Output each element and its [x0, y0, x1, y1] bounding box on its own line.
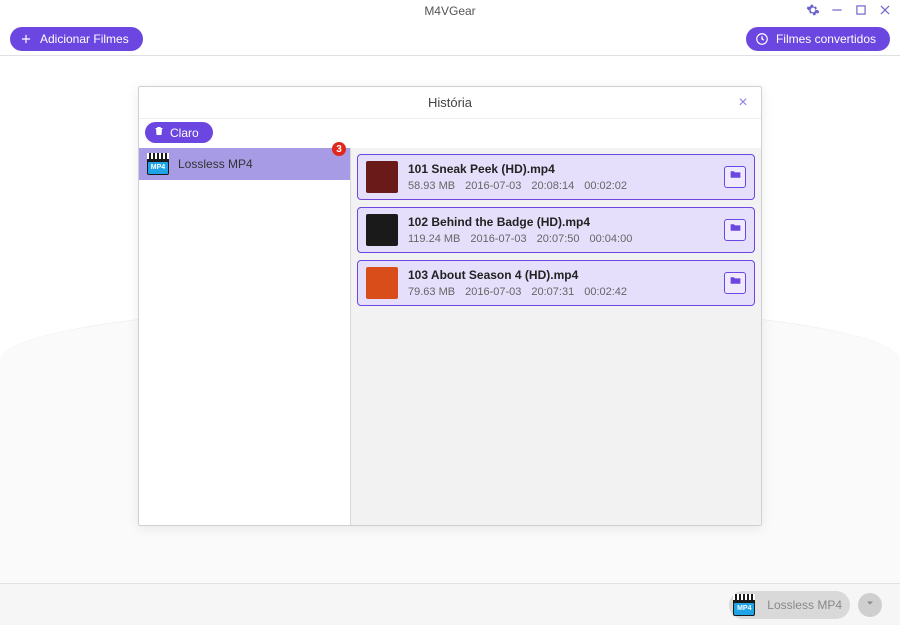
file-time: 20:08:14	[531, 180, 574, 192]
file-duration: 00:04:00	[590, 233, 633, 245]
file-row[interactable]: 103 About Season 4 (HD).mp4 79.63 MB 201…	[357, 260, 755, 306]
folder-icon	[729, 274, 742, 292]
close-icon[interactable]	[878, 3, 892, 17]
file-info: 103 About Season 4 (HD).mp4 79.63 MB 201…	[408, 268, 714, 298]
titlebar: M4VGear	[0, 0, 900, 22]
file-time: 20:07:31	[531, 286, 574, 298]
file-thumbnail	[366, 161, 398, 193]
file-thumbnail	[366, 267, 398, 299]
mp4-format-icon: MP4	[147, 153, 169, 175]
add-movies-button[interactable]: Adicionar Filmes	[10, 27, 143, 51]
file-duration: 00:02:02	[584, 180, 627, 192]
file-duration: 00:02:42	[584, 286, 627, 298]
category-item-lossless-mp4[interactable]: MP4 Lossless MP4 3	[139, 148, 350, 180]
category-count-badge: 3	[332, 142, 346, 156]
open-folder-button[interactable]	[724, 272, 746, 294]
file-meta: 119.24 MB 2016-07-03 20:07:50 00:04:00	[408, 233, 714, 245]
file-size: 119.24 MB	[408, 233, 460, 245]
file-row[interactable]: 102 Behind the Badge (HD).mp4 119.24 MB …	[357, 207, 755, 253]
open-folder-button[interactable]	[724, 219, 746, 241]
minimize-icon[interactable]	[830, 3, 844, 17]
dialog-actions: Claro	[139, 119, 761, 148]
dialog-title: História	[428, 95, 472, 110]
output-format-dropdown[interactable]	[858, 593, 882, 617]
file-title: 101 Sneak Peek (HD).mp4	[408, 162, 714, 176]
app-title: M4VGear	[424, 4, 475, 18]
window-controls	[806, 3, 892, 17]
category-column: MP4 Lossless MP4 3	[139, 148, 351, 525]
toolbar: Adicionar Filmes Filmes convertidos	[0, 22, 900, 56]
dialog-body: MP4 Lossless MP4 3 101 Sneak Peek (HD).m…	[139, 148, 761, 525]
output-format-selector[interactable]: MP4 Lossless MP4	[729, 591, 850, 619]
footer-bar: MP4 Lossless MP4	[0, 583, 900, 625]
file-meta: 79.63 MB 2016-07-03 20:07:31 00:02:42	[408, 286, 714, 298]
file-title: 102 Behind the Badge (HD).mp4	[408, 215, 714, 229]
file-title: 103 About Season 4 (HD).mp4	[408, 268, 714, 282]
converted-movies-button[interactable]: Filmes convertidos	[746, 27, 890, 51]
dialog-close-button[interactable]: ×	[735, 95, 751, 111]
file-date: 2016-07-03	[465, 180, 521, 192]
file-info: 101 Sneak Peek (HD).mp4 58.93 MB 2016-07…	[408, 162, 714, 192]
file-thumbnail	[366, 214, 398, 246]
history-dialog: História × Claro MP4 Lossless MP4	[138, 86, 762, 526]
dialog-header: História ×	[139, 87, 761, 119]
maximize-icon[interactable]	[854, 3, 868, 17]
open-folder-button[interactable]	[724, 166, 746, 188]
clock-icon	[754, 31, 770, 47]
trash-icon	[153, 125, 165, 140]
output-format-label: Lossless MP4	[767, 598, 846, 612]
file-row[interactable]: 101 Sneak Peek (HD).mp4 58.93 MB 2016-07…	[357, 154, 755, 200]
main-area: História × Claro MP4 Lossless MP4	[0, 56, 900, 583]
file-meta: 58.93 MB 2016-07-03 20:08:14 00:02:02	[408, 180, 714, 192]
file-size: 79.63 MB	[408, 286, 455, 298]
add-movies-label: Adicionar Filmes	[40, 32, 129, 46]
file-date: 2016-07-03	[465, 286, 521, 298]
settings-icon[interactable]	[806, 3, 820, 17]
file-size: 58.93 MB	[408, 180, 455, 192]
file-date: 2016-07-03	[470, 233, 526, 245]
file-time: 20:07:50	[537, 233, 580, 245]
plus-icon	[18, 31, 34, 47]
file-list: 101 Sneak Peek (HD).mp4 58.93 MB 2016-07…	[351, 148, 761, 525]
category-label: Lossless MP4	[178, 157, 253, 171]
converted-movies-label: Filmes convertidos	[776, 32, 876, 46]
chevron-down-icon	[864, 596, 876, 614]
clear-button[interactable]: Claro	[145, 122, 213, 143]
mp4-format-icon: MP4	[733, 594, 755, 616]
folder-icon	[729, 221, 742, 239]
folder-icon	[729, 168, 742, 186]
clear-label: Claro	[170, 126, 199, 140]
file-info: 102 Behind the Badge (HD).mp4 119.24 MB …	[408, 215, 714, 245]
